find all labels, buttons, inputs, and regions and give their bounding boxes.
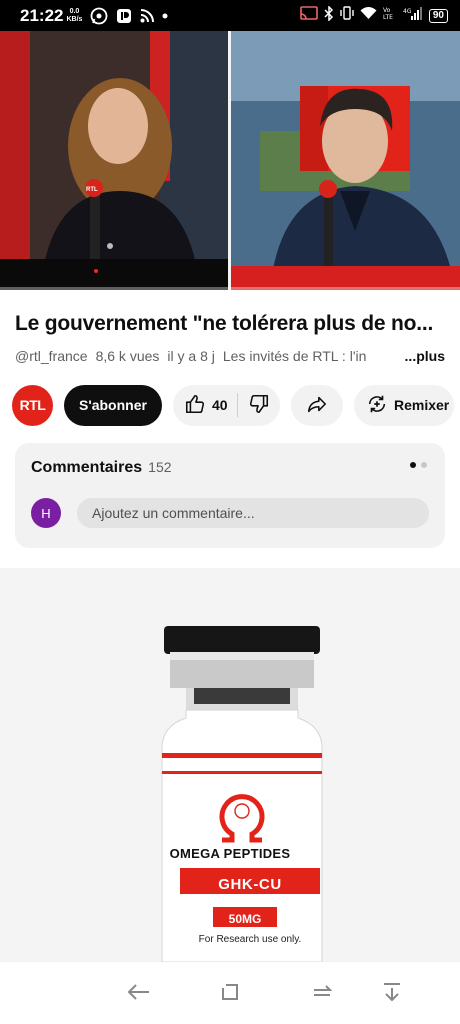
vibrate-icon [340,6,354,25]
view-count: 8,6 k vues [95,348,160,364]
add-comment-input[interactable]: Ajoutez un commentaire... [77,498,429,528]
ad-product-name: GHK-CU [218,876,282,893]
more-link[interactable]: ...plus [400,348,445,364]
video-metadata[interactable]: @rtl_france 8,6 k vues il y a 8 j Les in… [15,348,445,364]
thumbs-down-icon [248,394,270,418]
split-screen-divider [228,31,231,290]
like-button[interactable]: 40 [184,393,228,418]
share-icon [306,393,328,418]
ad-disclaimer: For Research use only. [198,934,302,945]
back-button[interactable] [124,980,152,1008]
home-square-icon [220,982,240,1007]
subscribe-button[interactable]: S'abonner [64,384,162,426]
network-speed: 0.0 KB/s [66,8,82,24]
ad-brand-name: OMEGA PEPTIDES [169,846,291,861]
remix-icon [366,393,388,418]
network-speed-unit: KB/s [66,15,83,23]
status-right-icons: Vo LTE 4G 90 [300,4,448,26]
comments-heading: Commentaires 152 [31,459,172,477]
watch-content: Le gouvernement "ne tolérera plus de no.… [0,290,460,962]
rss-icon [140,8,155,23]
remix-button[interactable]: Remixer [354,384,454,426]
signal-icon: 4G [403,6,423,25]
pager-dot [421,462,427,468]
comments-pager-dots [410,462,427,468]
home-button[interactable] [216,980,244,1008]
whatsapp-icon [90,7,108,25]
channel-handle: @rtl_france [15,348,88,364]
action-row: RTL S'abonner 40 Remixer [12,384,460,426]
cast-icon [300,6,318,25]
remix-label: Remixer [394,397,450,413]
video-logo-left: RTL [86,187,98,193]
channel-avatar[interactable]: RTL [12,384,53,426]
status-bar: 21:22 0.0 KB/s Vo LTE 4G 90 [0,0,460,31]
ad-dosage: 50MG [228,912,262,926]
network-speed-value: 0.0 [69,7,80,15]
user-avatar: H [31,498,61,528]
description-snippet: Les invités de RTL : l'in [222,348,367,364]
comments-card[interactable]: Commentaires 152 H Ajoutez un commentaire… [15,443,445,548]
comments-count: 152 [148,459,172,475]
back-arrow-icon [125,982,151,1007]
video-player[interactable]: RTL [0,31,460,290]
like-divider [236,393,238,417]
pull-down-icon [381,981,403,1008]
app-notification-icon [116,8,132,24]
svg-text:4G: 4G [403,8,412,15]
status-time: 21:22 [20,5,64,25]
recents-icon [311,982,333,1007]
ad-banner[interactable]: OMEGA PEPTIDES GHK-CU 50MG For Research … [0,568,460,962]
video-title[interactable]: Le gouvernement "ne tolérera plus de no.… [15,312,450,336]
product-vial-image [161,626,323,962]
battery-indicator: 90 [428,8,448,23]
like-count: 40 [212,397,228,413]
upload-age: il y a 8 j [167,348,215,364]
share-button[interactable] [291,384,343,426]
system-nav-bar [0,962,460,1024]
like-dislike-pill: 40 [173,384,280,426]
wifi-icon [360,6,377,25]
bluetooth-icon [324,4,334,26]
recents-button[interactable] [308,980,336,1008]
svg-text:Vo: Vo [383,7,391,14]
dislike-button[interactable] [248,393,270,418]
dot-icon [162,13,168,19]
comments-title: Commentaires [31,459,143,476]
volte-icon: Vo LTE [383,6,397,25]
thumbs-up-icon [184,393,206,418]
notification-shade-button[interactable] [378,980,406,1008]
pager-dot-active [410,462,416,468]
svg-text:LTE: LTE [383,14,393,20]
